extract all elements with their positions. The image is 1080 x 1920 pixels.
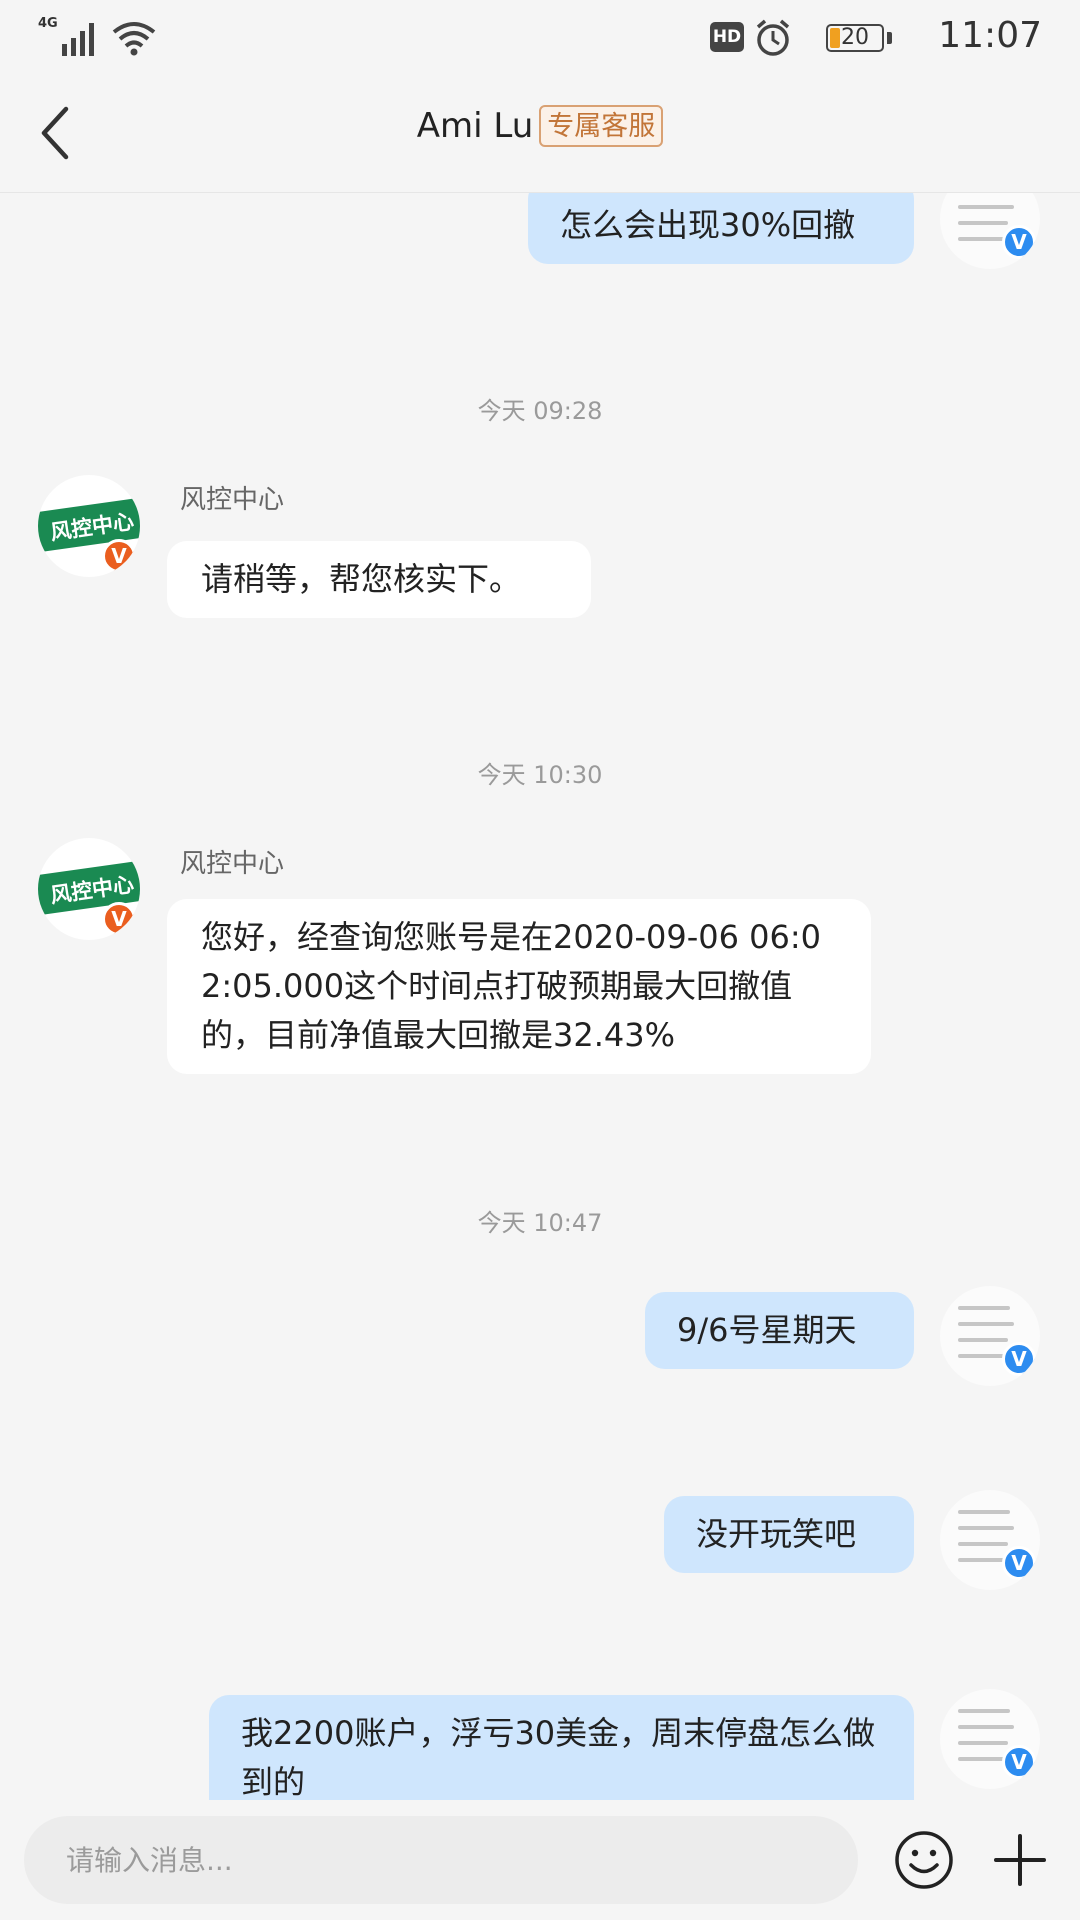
message-timestamp: 今天 10:30 (477, 761, 603, 789)
outgoing-message-bubble[interactable]: 没开玩笑吧 (664, 1496, 914, 1573)
verified-icon: V (1002, 225, 1036, 259)
outgoing-message-bubble[interactable]: 怎么会出现30%回撤 (528, 193, 914, 264)
status-bar: 4G HD 20 11:07 (0, 0, 1080, 75)
user-avatar[interactable]: V (940, 1689, 1040, 1789)
chat-message-list[interactable]: 怎么会出现30%回撤 V 今天 09:28 风控中心 V 风控中心 请稍等，帮您… (0, 193, 1080, 1800)
page-title: Ami Lu (416, 106, 534, 146)
chat-header: Ami Lu 专属客服 (0, 75, 1080, 193)
hd-badge: HD (710, 22, 744, 52)
network-type: 4G (38, 16, 58, 31)
user-avatar[interactable]: V (940, 193, 1040, 269)
message-input-bar (0, 1800, 1080, 1920)
plus-icon[interactable] (988, 1828, 1052, 1892)
battery-tip (887, 32, 892, 44)
header-title-group: Ami Lu 专属客服 (0, 105, 1080, 147)
signal-icon (62, 23, 94, 56)
message-input[interactable] (24, 1816, 858, 1904)
agent-avatar[interactable]: 风控中心 V (38, 838, 140, 940)
user-avatar[interactable]: V (940, 1490, 1040, 1590)
agent-avatar[interactable]: 风控中心 V (38, 475, 140, 577)
verified-icon: V (102, 902, 136, 936)
battery-level: 20 (841, 25, 869, 50)
status-time: 11:07 (938, 15, 1042, 56)
outgoing-message-bubble[interactable]: 9/6号星期天 (645, 1292, 914, 1369)
verified-icon: V (1002, 1342, 1036, 1376)
alarm-icon (756, 19, 790, 56)
exclusive-service-badge: 专属客服 (539, 105, 664, 147)
sender-name: 风控中心 (180, 485, 285, 515)
user-avatar[interactable]: V (940, 1286, 1040, 1386)
status-right: HD 20 11:07 (642, 14, 1042, 58)
verified-icon: V (102, 539, 136, 573)
wifi-icon (112, 22, 156, 56)
verified-icon: V (1002, 1546, 1036, 1580)
message-timestamp: 今天 10:47 (477, 1209, 603, 1237)
outgoing-message-bubble[interactable]: 我2200账户，浮亏30美金，周末停盘怎么做到的 (209, 1695, 914, 1800)
sender-name: 风控中心 (180, 849, 285, 879)
message-timestamp: 今天 09:28 (477, 397, 603, 425)
smiley-icon[interactable] (892, 1828, 956, 1892)
incoming-message-bubble[interactable]: 请稍等，帮您核实下。 (167, 541, 591, 618)
incoming-message-bubble[interactable]: 您好，经查询您账号是在2020-09-06 06:02:05.000这个时间点打… (167, 899, 871, 1074)
battery-icon: 20 (826, 24, 884, 52)
verified-icon: V (1002, 1745, 1036, 1779)
